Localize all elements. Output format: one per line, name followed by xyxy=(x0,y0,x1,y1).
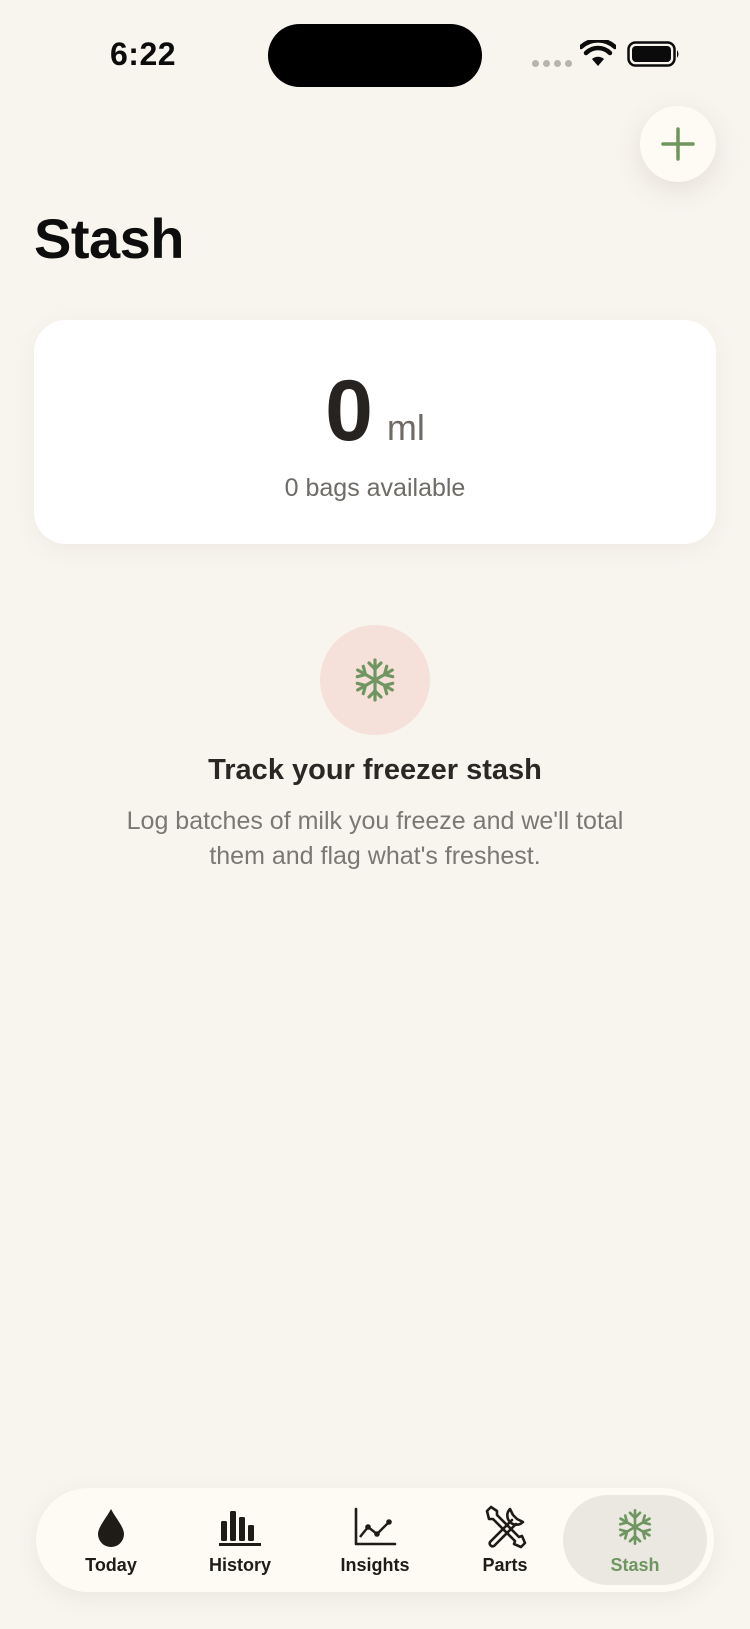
line-chart-icon xyxy=(354,1507,397,1545)
wifi-icon xyxy=(580,40,616,66)
tab-label: Today xyxy=(85,1554,137,1575)
empty-state-title: Track your freezer stash xyxy=(208,754,542,786)
empty-state-icon-circle xyxy=(320,625,430,735)
page-title: Stash xyxy=(34,207,185,270)
bar-chart-icon xyxy=(219,1510,261,1546)
tab-today[interactable]: Today xyxy=(46,1488,176,1592)
tab-stash[interactable]: Stash xyxy=(563,1495,707,1585)
plus-icon xyxy=(661,127,695,161)
status-bar: 6:22 xyxy=(0,0,750,110)
tab-parts[interactable]: Parts xyxy=(440,1488,570,1592)
bags-available-text: 0 bags available xyxy=(284,474,466,502)
tab-label: Insights xyxy=(340,1554,410,1575)
tab-label: Stash xyxy=(610,1554,660,1575)
battery-icon xyxy=(627,41,679,67)
snowflake-icon xyxy=(616,1508,654,1545)
drop-icon xyxy=(98,1508,124,1547)
tools-icon xyxy=(485,1505,527,1548)
empty-state-description: Log batches of milk you freeze and we'll… xyxy=(126,807,624,870)
tab-insights[interactable]: Insights xyxy=(310,1488,440,1592)
stash-total-value: 0 xyxy=(325,363,373,459)
stash-total: 0 ml xyxy=(34,368,716,454)
tab-label: History xyxy=(208,1554,271,1575)
stash-summary-card: 0 ml 0 bags available xyxy=(34,320,716,544)
cellular-signal-icon xyxy=(532,60,572,67)
tab-bar: Today History Insights Parts Stash xyxy=(36,1488,714,1592)
tab-label: Parts xyxy=(482,1554,528,1575)
snowflake-icon xyxy=(353,658,397,702)
add-button[interactable] xyxy=(640,106,716,182)
dynamic-island xyxy=(268,24,482,87)
status-time: 6:22 xyxy=(110,36,177,72)
stash-total-unit: ml xyxy=(386,407,425,448)
tab-history[interactable]: History xyxy=(175,1488,305,1592)
